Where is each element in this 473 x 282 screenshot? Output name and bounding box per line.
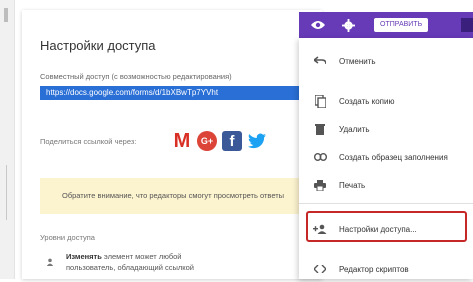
menu-item-label: Редактор скриптов bbox=[339, 264, 409, 274]
menu-item-prefilled-link[interactable]: Создать образец заполнения bbox=[299, 144, 473, 170]
access-level-line2: пользователь, обладающий ссылкой bbox=[66, 263, 194, 272]
menu-item-label: Удалить bbox=[339, 124, 370, 134]
menu-item-label: Печать bbox=[339, 180, 366, 190]
menu-item-script-editor[interactable]: Редактор скриптов bbox=[299, 256, 473, 282]
access-level-description: Изменять элемент может любой пользовател… bbox=[66, 251, 194, 273]
forms-toolbar: ОТПРАВИТЬ bbox=[299, 12, 473, 38]
share-link-field[interactable]: https://docs.google.com/forms/d/1bXBwTp7… bbox=[40, 86, 308, 100]
dialog-title: Настройки доступа bbox=[40, 38, 156, 53]
menu-item-label: Создать копию bbox=[339, 96, 395, 106]
menu-item-make-copy[interactable]: Создать копию bbox=[299, 88, 473, 114]
trash-icon bbox=[312, 121, 328, 137]
share-via-label: Поделиться ссылкой через: bbox=[40, 137, 137, 146]
edge-line bbox=[6, 165, 7, 220]
more-options-button[interactable] bbox=[461, 18, 473, 32]
menu-item-delete[interactable]: Удалить bbox=[299, 116, 473, 142]
menu-item-label: Отменить bbox=[339, 56, 376, 66]
menu-item-label: Создать образец заполнения bbox=[339, 152, 448, 162]
background-editor-edge bbox=[0, 0, 15, 279]
sharing-settings-highlight bbox=[306, 211, 467, 242]
menu-item-undo[interactable]: Отменить bbox=[299, 48, 473, 74]
sharing-settings-dialog: Настройки доступа Совместный доступ (с в… bbox=[22, 10, 322, 279]
send-button[interactable]: ОТПРАВИТЬ bbox=[374, 18, 429, 32]
google-plus-icon[interactable]: G+ bbox=[197, 131, 217, 151]
access-level-line1: элемент может любой bbox=[101, 252, 182, 261]
copy-icon bbox=[312, 93, 328, 109]
access-level-bold: Изменять bbox=[66, 252, 102, 261]
code-icon bbox=[312, 261, 328, 277]
undo-icon bbox=[312, 53, 328, 69]
menu-divider bbox=[299, 203, 473, 204]
twitter-icon[interactable] bbox=[247, 131, 267, 151]
gear-icon[interactable] bbox=[340, 17, 356, 33]
editor-notice: Обратите внимание, что редакторы смогут … bbox=[40, 178, 322, 214]
link-icon bbox=[312, 149, 328, 165]
edge-marker bbox=[4, 8, 8, 22]
more-options-menu: Отменить Создать копию Удалить Создать о… bbox=[299, 38, 473, 279]
gmail-icon[interactable]: M bbox=[172, 130, 192, 152]
facebook-icon[interactable]: f bbox=[222, 131, 242, 151]
eye-icon[interactable] bbox=[310, 17, 326, 33]
menu-item-print[interactable]: Печать bbox=[299, 172, 473, 198]
print-icon bbox=[312, 177, 328, 193]
person-icon bbox=[46, 258, 54, 266]
share-link-label: Совместный доступ (с возможностью редакт… bbox=[40, 72, 232, 81]
access-levels-label: Уровни доступа bbox=[40, 233, 95, 242]
